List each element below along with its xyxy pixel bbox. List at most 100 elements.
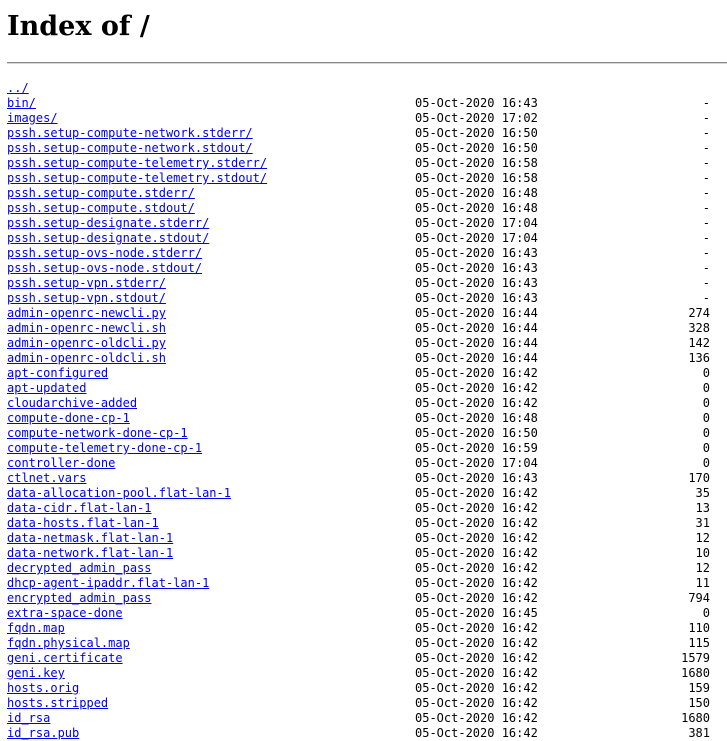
file-link[interactable]: pssh.setup-compute.stderr/: [7, 186, 195, 201]
modified-date: 05-Oct-2020 16:58: [415, 156, 538, 170]
file-link[interactable]: id_rsa: [7, 711, 50, 726]
file-link[interactable]: images/: [7, 111, 58, 126]
modified-date: 05-Oct-2020 17:04: [415, 231, 538, 245]
file-link[interactable]: apt-configured: [7, 366, 108, 381]
file-link[interactable]: id_rsa.pub: [7, 726, 79, 741]
file-link[interactable]: pssh.setup-compute-network.stderr/: [7, 126, 253, 141]
modified-date: 05-Oct-2020 17:04: [415, 216, 538, 230]
list-item: admin-openrc-oldcli.sh 05-Oct-2020 16:44 1…: [7, 351, 710, 366]
list-item: dhcp-agent-ipaddr.flat-lan-1 05-Oct-2020 …: [7, 576, 710, 591]
file-link[interactable]: pssh.setup-vpn.stdout/: [7, 291, 166, 306]
file-size: 0: [702, 396, 710, 410]
list-item: encrypted_admin_pass 05-Oct-2020 16:42 794: [7, 591, 710, 606]
modified-date: 05-Oct-2020 16:44: [415, 336, 538, 350]
modified-date: 05-Oct-2020 16:43: [415, 96, 538, 110]
file-link[interactable]: fqdn.map: [7, 621, 65, 636]
modified-date: 05-Oct-2020 16:43: [415, 471, 538, 485]
file-size: -: [702, 111, 710, 125]
modified-date: 05-Oct-2020 16:42: [415, 696, 538, 710]
file-link[interactable]: admin-openrc-newcli.py: [7, 306, 166, 321]
file-link[interactable]: data-allocation-pool.flat-lan-1: [7, 486, 231, 501]
file-link[interactable]: pssh.setup-compute-network.stdout/: [7, 141, 253, 156]
file-size: 159: [688, 681, 710, 695]
file-link[interactable]: encrypted_admin_pass: [7, 591, 152, 606]
file-size: 12: [695, 561, 710, 575]
file-link[interactable]: bin/: [7, 96, 36, 111]
page-title: Index of /: [7, 11, 150, 42]
list-item: pssh.setup-vpn.stderr/05-Oct-2020 16:43 -: [7, 276, 710, 291]
list-item-parent: ../: [7, 81, 710, 96]
file-link[interactable]: admin-openrc-oldcli.py: [7, 336, 166, 351]
file-link[interactable]: compute-telemetry-done-cp-1: [7, 441, 202, 456]
list-item: images/05-Oct-2020 17:02 -: [7, 111, 710, 126]
file-link[interactable]: cloudarchive-added: [7, 396, 137, 411]
modified-date: 05-Oct-2020 16:48: [415, 411, 538, 425]
modified-date: 05-Oct-2020 16:43: [415, 276, 538, 290]
modified-date: 05-Oct-2020 16:42: [415, 546, 538, 560]
list-item: geni.key 05-Oct-2020 16:42 1680: [7, 666, 710, 681]
file-link[interactable]: pssh.setup-vpn.stderr/: [7, 276, 166, 291]
modified-date: 05-Oct-2020 16:42: [415, 636, 538, 650]
file-link[interactable]: pssh.setup-designate.stdout/: [7, 231, 209, 246]
file-link[interactable]: hosts.orig: [7, 681, 79, 696]
file-link[interactable]: dhcp-agent-ipaddr.flat-lan-1: [7, 576, 209, 591]
file-link[interactable]: extra-space-done: [7, 606, 123, 621]
directory-listing: ../bin/05-Oct-2020 16:43- images/05-Oct-2…: [7, 81, 710, 741]
list-item: id_rsa.pub 05-Oct-2020 16:42 381: [7, 726, 710, 741]
file-link[interactable]: pssh.setup-compute-telemetry.stderr/: [7, 156, 267, 171]
file-link[interactable]: admin-openrc-oldcli.sh: [7, 351, 166, 366]
modified-date: 05-Oct-2020 16:43: [415, 246, 538, 260]
list-item: fqdn.map 05-Oct-2020 16:42 110: [7, 621, 710, 636]
list-item: compute-telemetry-done-cp-1 05-Oct-2020 1…: [7, 441, 710, 456]
list-item: hosts.orig 05-Oct-2020 16:42 159: [7, 681, 710, 696]
file-link[interactable]: pssh.setup-compute.stdout/: [7, 201, 195, 216]
file-link[interactable]: controller-done: [7, 456, 115, 471]
modified-date: 05-Oct-2020 16:43: [415, 261, 538, 275]
file-link[interactable]: pssh.setup-designate.stderr/: [7, 216, 209, 231]
file-link[interactable]: admin-openrc-newcli.sh: [7, 321, 166, 336]
file-size: 0: [702, 426, 710, 440]
modified-date: 05-Oct-2020 16:42: [415, 561, 538, 575]
file-link[interactable]: ctlnet.vars: [7, 471, 86, 486]
modified-date: 05-Oct-2020 16:44: [415, 306, 538, 320]
file-link[interactable]: fqdn.physical.map: [7, 636, 130, 651]
file-link[interactable]: apt-updated: [7, 381, 86, 396]
file-size: 12: [695, 531, 710, 545]
file-link[interactable]: geni.certificate: [7, 651, 123, 666]
file-size: 794: [688, 591, 710, 605]
list-item: pssh.setup-compute-network.stdout/05-Oct…: [7, 141, 710, 156]
file-link[interactable]: data-hosts.flat-lan-1: [7, 516, 159, 531]
parent-directory-link[interactable]: ../: [7, 81, 29, 96]
modified-date: 05-Oct-2020 16:42: [415, 681, 538, 695]
list-item: pssh.setup-compute.stdout/05-Oct-2020 16…: [7, 201, 710, 216]
file-size: 328: [688, 321, 710, 335]
file-link[interactable]: compute-network-done-cp-1: [7, 426, 188, 441]
file-link[interactable]: data-network.flat-lan-1: [7, 546, 173, 561]
file-size: 142: [688, 336, 710, 350]
file-link[interactable]: hosts.stripped: [7, 696, 108, 711]
list-item: extra-space-done 05-Oct-2020 16:45 0: [7, 606, 710, 621]
file-size: 274: [688, 306, 710, 320]
file-link[interactable]: data-netmask.flat-lan-1: [7, 531, 173, 546]
modified-date: 05-Oct-2020 16:45: [415, 606, 538, 620]
modified-date: 05-Oct-2020 16:42: [415, 396, 538, 410]
modified-date: 05-Oct-2020 16:42: [415, 726, 538, 740]
list-item: data-hosts.flat-lan-1 05-Oct-2020 16:42 31: [7, 516, 710, 531]
file-size: 1680: [681, 711, 710, 725]
file-link[interactable]: data-cidr.flat-lan-1: [7, 501, 152, 516]
file-link[interactable]: decrypted_admin_pass: [7, 561, 152, 576]
file-size: 0: [702, 606, 710, 620]
list-item: cloudarchive-added 05-Oct-2020 16:42 0: [7, 396, 710, 411]
file-link[interactable]: pssh.setup-ovs-node.stderr/: [7, 246, 202, 261]
file-link[interactable]: compute-done-cp-1: [7, 411, 130, 426]
file-link[interactable]: geni.key: [7, 666, 65, 681]
modified-date: 05-Oct-2020 16:42: [415, 516, 538, 530]
file-size: 170: [688, 471, 710, 485]
list-item: apt-updated 05-Oct-2020 16:42 0: [7, 381, 710, 396]
file-size: -: [702, 156, 710, 170]
file-link[interactable]: pssh.setup-ovs-node.stdout/: [7, 261, 202, 276]
file-link[interactable]: pssh.setup-compute-telemetry.stdout/: [7, 171, 267, 186]
modified-date: 05-Oct-2020 16:50: [415, 426, 538, 440]
modified-date: 05-Oct-2020 16:48: [415, 201, 538, 215]
list-item: compute-done-cp-1 05-Oct-2020 16:48 0: [7, 411, 710, 426]
